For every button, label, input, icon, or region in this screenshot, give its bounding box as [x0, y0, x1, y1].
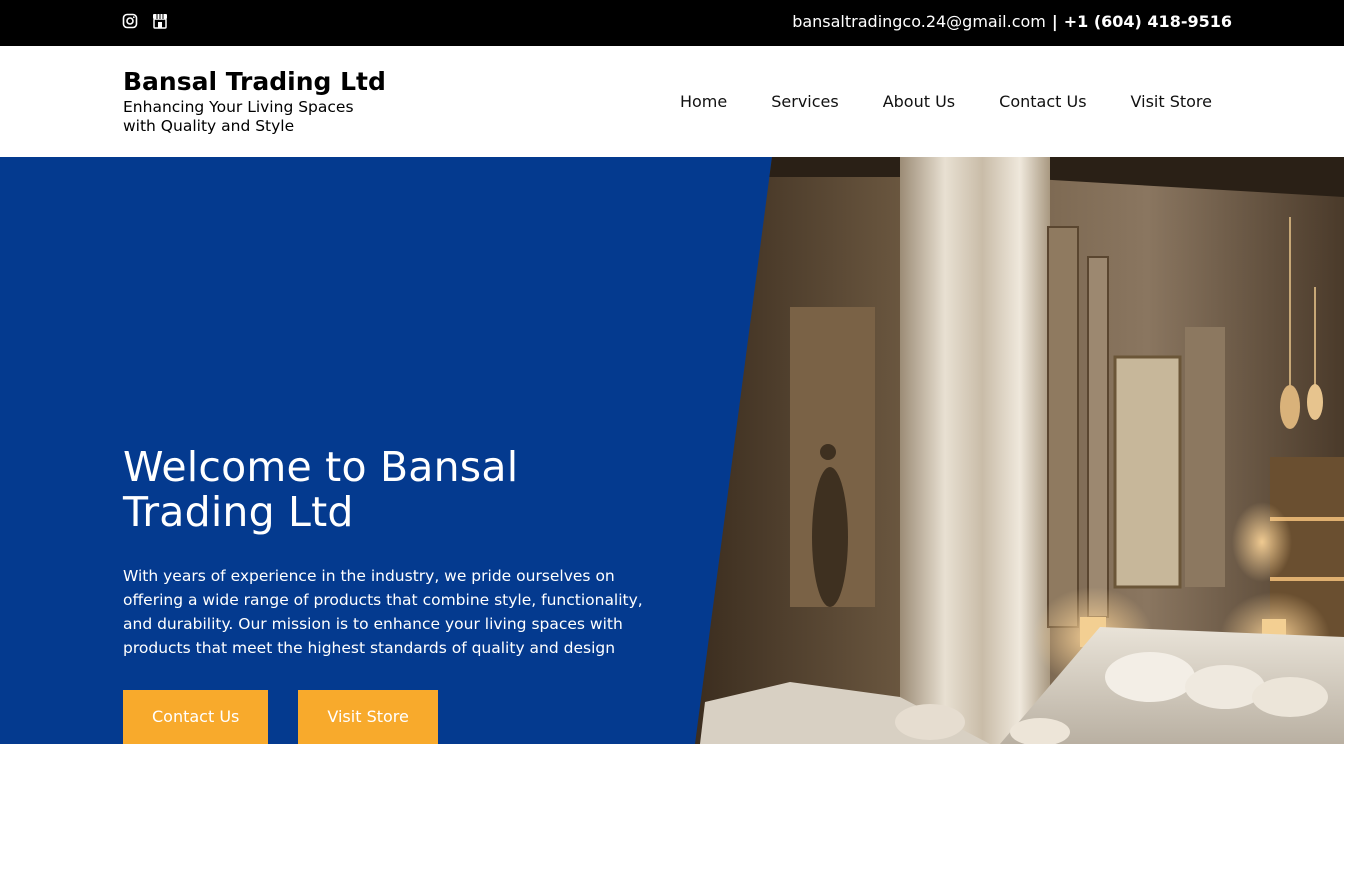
nav-contact-us[interactable]: Contact Us — [999, 92, 1086, 111]
top-bar: bansaltradingco.24@gmail.com | +1 (604) … — [0, 0, 1344, 46]
brand[interactable]: Bansal Trading Ltd Enhancing Your Living… — [123, 68, 386, 136]
phone-link[interactable]: +1 (604) 418-9516 — [1064, 12, 1232, 31]
hero-section: Welcome to Bansal Trading Ltd With years… — [0, 157, 1344, 744]
social-links — [122, 13, 168, 29]
brand-tagline: Enhancing Your Living Spaces with Qualit… — [123, 98, 354, 135]
top-contact: bansaltradingco.24@gmail.com | +1 (604) … — [792, 12, 1232, 31]
nav-services[interactable]: Services — [771, 92, 838, 111]
hero-title: Welcome to Bansal Trading Ltd — [123, 443, 519, 536]
site-header: Bansal Trading Ltd Enhancing Your Living… — [0, 46, 1344, 157]
nav-visit-store[interactable]: Visit Store — [1131, 92, 1212, 111]
hero-description: With years of experience in the industry… — [123, 567, 643, 657]
nav-home[interactable]: Home — [680, 92, 727, 111]
nav-about-us[interactable]: About Us — [883, 92, 955, 111]
separator: | — [1051, 12, 1058, 31]
main-nav: Home Services About Us Contact Us Visit … — [680, 92, 1212, 111]
store-icon[interactable] — [152, 13, 168, 29]
instagram-icon[interactable] — [122, 13, 138, 29]
contact-us-button[interactable]: Contact Us — [123, 690, 269, 744]
visit-store-button[interactable]: Visit Store — [298, 690, 438, 744]
hero-content: Welcome to Bansal Trading Ltd With years… — [123, 445, 683, 660]
brand-name: Bansal Trading Ltd — [123, 67, 386, 96]
email-link[interactable]: bansaltradingco.24@gmail.com — [792, 12, 1046, 31]
hero-buttons: Contact Us Visit Store — [123, 690, 438, 744]
